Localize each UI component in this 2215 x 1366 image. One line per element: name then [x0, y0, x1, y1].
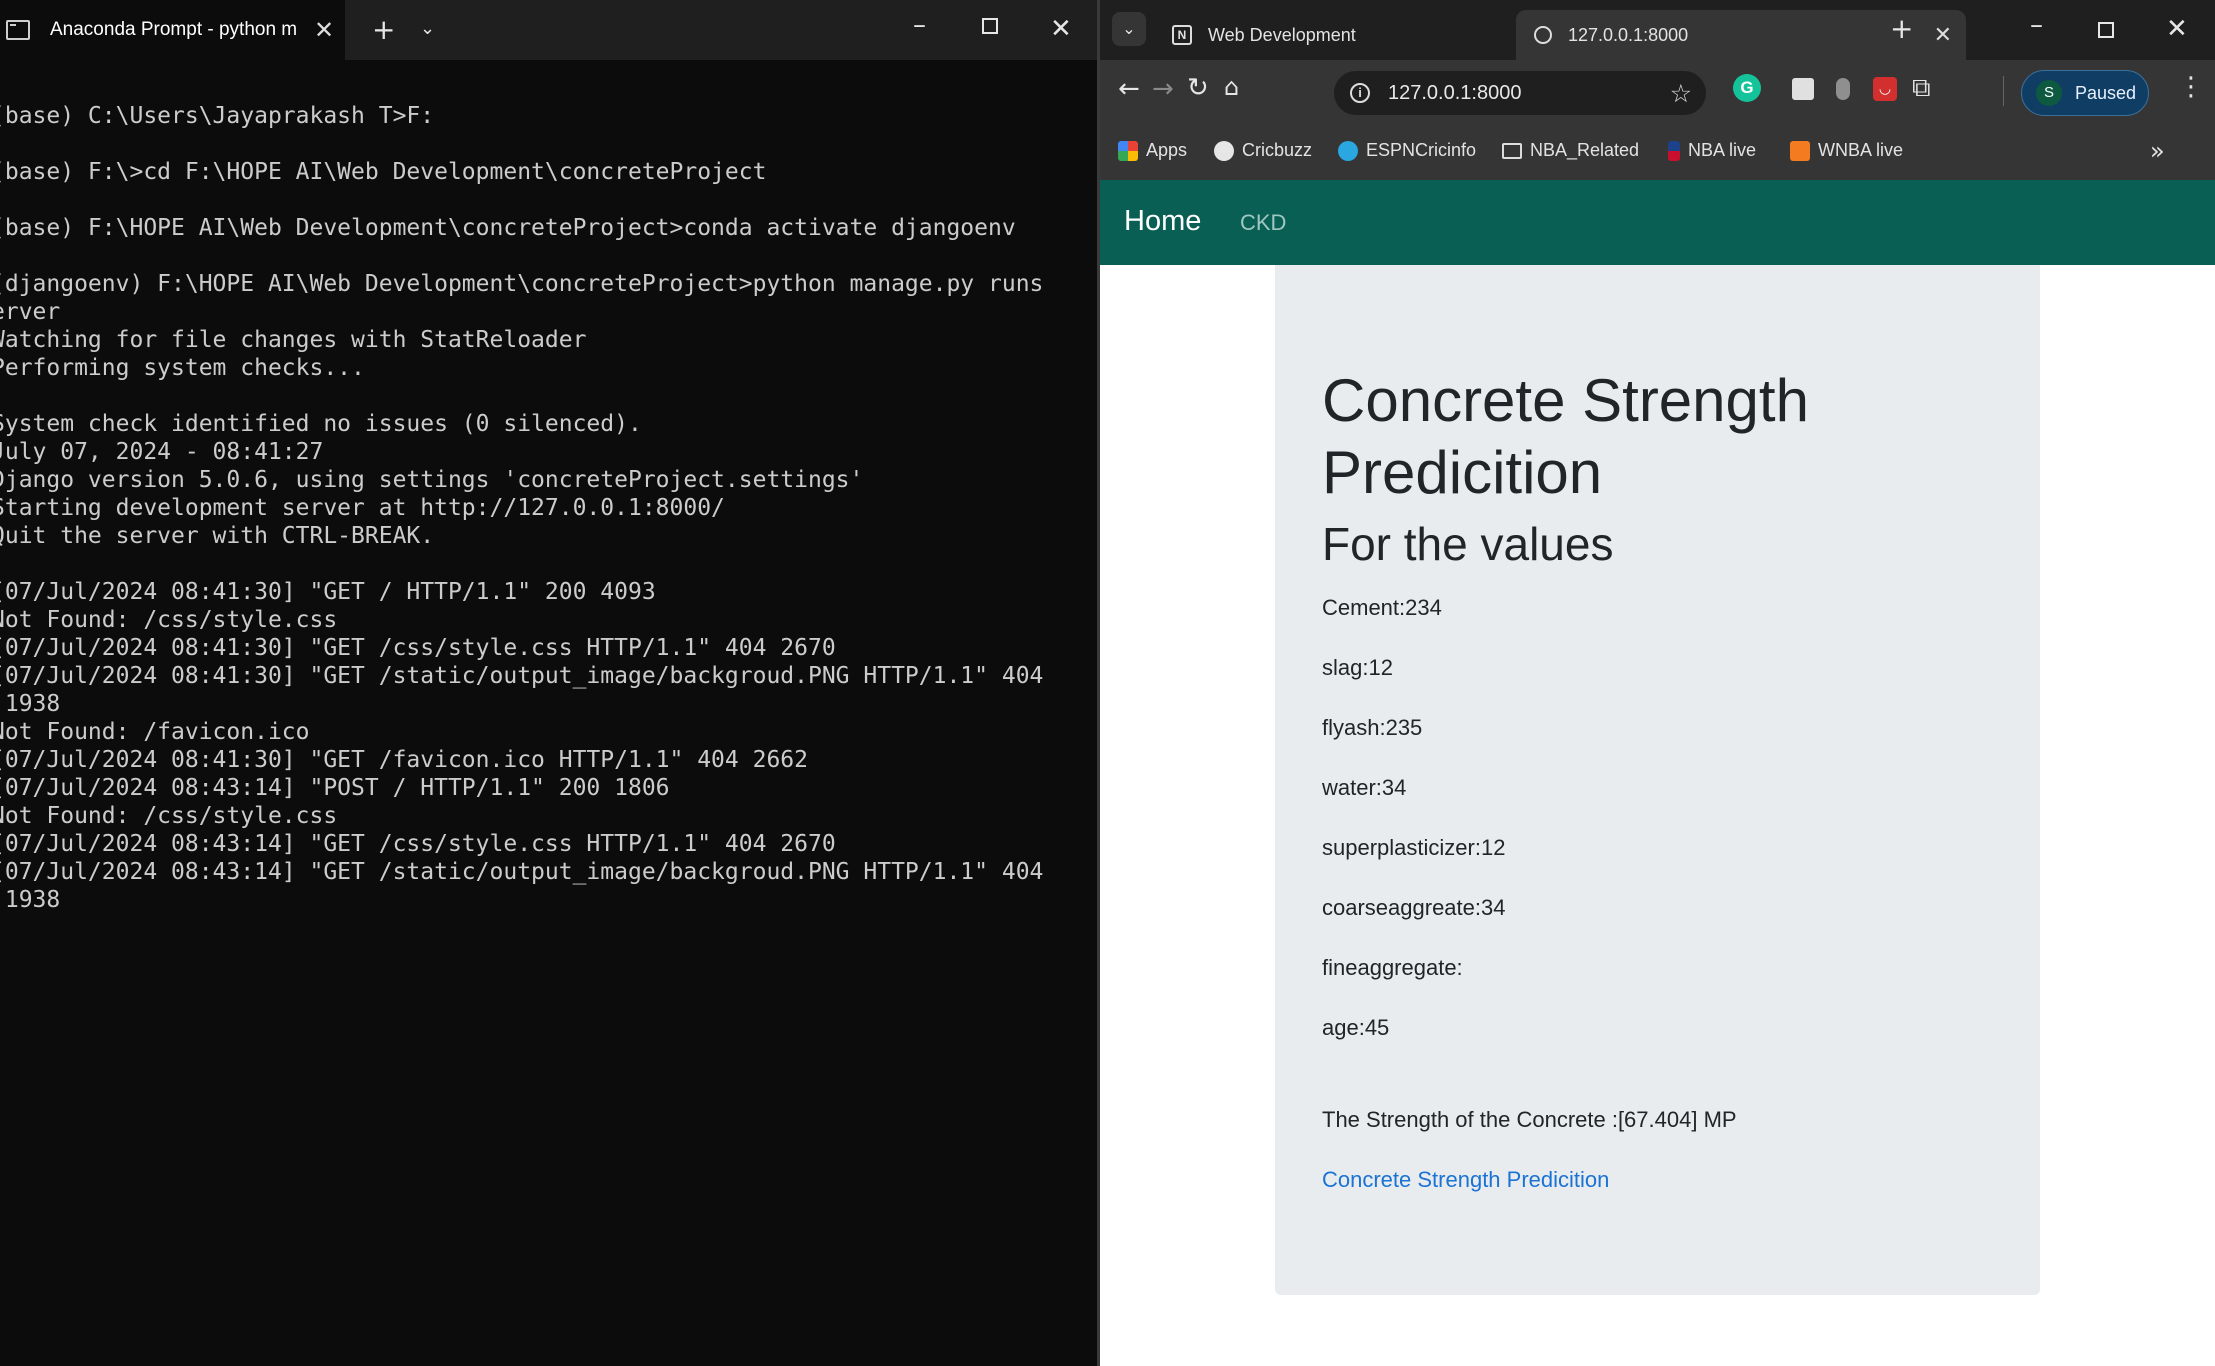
terminal-line: Django version 5.0.6, using settings 'co… — [0, 467, 864, 493]
nba-icon — [1668, 140, 1680, 161]
chevron-down-icon[interactable]: ⌄ — [420, 18, 435, 39]
terminal-titlebar: Anaconda Prompt - python m ✕ + ⌄ – ✕ — [0, 0, 1097, 60]
browser-toolbar: ← → ↻ ⌂ i 127.0.0.1:8000 ☆ G ◡ ⧉ S Pause… — [1100, 60, 2215, 125]
terminal-line: System check identified no issues (0 sil… — [0, 411, 642, 437]
puzzle-extensions-icon[interactable]: ⧉ — [1912, 73, 1931, 104]
home-icon[interactable]: ⌂ — [1224, 73, 1239, 101]
terminal-line: (base) F:\HOPE AI\Web Development\concre… — [0, 215, 1016, 241]
terminal-line: Performing system checks... — [0, 355, 365, 381]
value-superplasticizer: superplasticizer:12 — [1322, 835, 1506, 860]
nav-home-link[interactable]: Home — [1124, 205, 1201, 238]
terminal-line: [07/Jul/2024 08:43:14] "GET /css/style.c… — [0, 831, 836, 857]
pocket-icon[interactable]: ◡ — [1873, 77, 1897, 101]
terminal-output[interactable]: (base) C:\Users\Jayaprakash T>F: (base) F… — [0, 60, 1097, 1366]
site-navbar: Home CKD — [1100, 180, 2215, 265]
close-window-icon[interactable]: ✕ — [1050, 14, 1072, 44]
bookmarks-overflow-icon[interactable]: » — [2150, 137, 2165, 165]
value-cement: Cement:234 — [1322, 595, 1442, 620]
terminal-line: 1938 — [4, 887, 61, 913]
forward-icon[interactable]: → — [1152, 74, 1174, 104]
terminal-window: Anaconda Prompt - python m ✕ + ⌄ – ✕ (ba… — [0, 0, 1097, 1366]
browser-tab-strip: ⌄ N Web Development ✕ 127.0.0.1:8000 ✕ +… — [1100, 0, 2215, 60]
values-heading: For the values — [1322, 518, 1614, 570]
terminal-line: 1938 — [4, 691, 61, 717]
address-bar[interactable]: i 127.0.0.1:8000 ☆ — [1334, 71, 1706, 115]
reload-icon[interactable]: ↻ — [1187, 73, 1209, 103]
terminal-line: [07/Jul/2024 08:43:14] "POST / HTTP/1.1"… — [0, 775, 670, 801]
result-card: Concrete Strength Predicition For the va… — [1275, 265, 2040, 1295]
terminal-line: Quit the server with CTRL-BREAK. — [0, 523, 435, 549]
site-info-icon[interactable]: i — [1350, 83, 1370, 103]
wnba-icon — [1790, 140, 1810, 161]
value-coarseaggregate: coarseaggreate:34 — [1322, 895, 1506, 920]
terminal-line: July 07, 2024 - 08:41:27 — [0, 439, 324, 465]
clipboard-extension-icon[interactable] — [1792, 78, 1814, 100]
terminal-tab[interactable]: Anaconda Prompt - python m ✕ — [0, 0, 345, 60]
tab-title: Web Development — [1208, 24, 1356, 45]
toolbar-separator — [2003, 76, 2004, 106]
nav-ckd-link[interactable]: CKD — [1240, 210, 1286, 236]
bookmark-nba-related[interactable]: NBA_Related — [1502, 140, 1639, 161]
folder-icon — [1502, 142, 1522, 159]
new-tab-icon[interactable]: + — [1890, 12, 1913, 45]
value-age: age:45 — [1322, 1015, 1390, 1040]
terminal-line: Not Found: /favicon.ico — [0, 719, 310, 745]
terminal-icon — [6, 20, 30, 40]
terminal-line: Starting development server at http://12… — [0, 495, 725, 521]
terminal-tab-title: Anaconda Prompt - python m — [50, 19, 298, 40]
extension-icon[interactable] — [1836, 78, 1850, 100]
terminal-line: [07/Jul/2024 08:41:30] "GET /css/style.c… — [0, 635, 836, 661]
bookmark-cricbuzz[interactable]: Cricbuzz — [1214, 140, 1312, 161]
bookmark-wnba-live[interactable]: WNBA live — [1790, 140, 1903, 161]
close-tab-icon[interactable]: ✕ — [1934, 22, 1952, 48]
value-water: water:34 — [1322, 775, 1407, 800]
terminal-line: erver — [0, 299, 61, 325]
bookmark-apps[interactable]: Apps — [1118, 140, 1187, 161]
strength-result: The Strength of the Concrete :[67.404] M… — [1322, 1107, 1737, 1132]
terminal-line: [07/Jul/2024 08:43:14] "GET /static/outp… — [0, 859, 1044, 885]
notion-icon: N — [1172, 25, 1192, 45]
tab-title: 127.0.0.1:8000 — [1568, 24, 1689, 45]
terminal-line: [07/Jul/2024 08:41:30] "GET / HTTP/1.1" … — [0, 579, 656, 605]
grammarly-icon[interactable]: G — [1733, 74, 1761, 102]
espncricinfo-icon — [1338, 140, 1358, 161]
terminal-line: Not Found: /css/style.css — [0, 803, 338, 829]
terminal-line: [07/Jul/2024 08:41:30] "GET /favicon.ico… — [0, 747, 808, 773]
profile-status: Paused — [2075, 82, 2137, 103]
terminal-line: [07/Jul/2024 08:41:30] "GET /static/outp… — [0, 663, 1044, 689]
prediction-link[interactable]: Concrete Strength Predicition — [1322, 1167, 1609, 1193]
bookmark-star-icon[interactable]: ☆ — [1670, 79, 1692, 108]
apps-grid-icon — [1118, 140, 1138, 161]
bookmark-espncricinfo[interactable]: ESPNCricinfo — [1338, 140, 1476, 161]
value-slag: slag:12 — [1322, 655, 1393, 680]
terminal-line: (base) F:\>cd F:\HOPE AI\Web Development… — [0, 159, 767, 185]
close-tab-icon[interactable]: ✕ — [314, 16, 334, 44]
terminal-line: Watching for file changes with StatReloa… — [0, 327, 587, 353]
menu-kebab-icon[interactable]: ⋮ — [2178, 72, 2204, 102]
minimize-icon[interactable]: – — [2030, 10, 2043, 40]
terminal-line: (djangoenv) F:\HOPE AI\Web Development\c… — [0, 271, 1044, 297]
bookmarks-bar: Apps Cricbuzz ESPNCricinfo NBA_Related N… — [1100, 125, 2215, 181]
maximize-icon[interactable] — [982, 18, 998, 34]
avatar: S — [2036, 80, 2062, 106]
bookmark-nba-live[interactable]: NBA live — [1668, 140, 1756, 161]
tab-search-icon[interactable]: ⌄ — [1112, 12, 1146, 46]
back-icon[interactable]: ← — [1118, 74, 1140, 104]
address-url[interactable]: 127.0.0.1:8000 — [1388, 82, 1521, 105]
cricbuzz-icon — [1214, 140, 1234, 161]
globe-icon — [1534, 26, 1552, 44]
minimize-icon[interactable]: – — [913, 10, 926, 40]
page-title: Concrete Strength Predicition — [1322, 367, 1809, 506]
value-fineaggregate: fineaggregate: — [1322, 955, 1463, 980]
maximize-icon[interactable] — [2098, 22, 2114, 38]
browser-window: ⌄ N Web Development ✕ 127.0.0.1:8000 ✕ +… — [1100, 0, 2215, 1366]
new-tab-icon[interactable]: + — [372, 13, 395, 46]
profile-button[interactable]: S Paused — [2021, 70, 2149, 116]
close-window-icon[interactable]: ✕ — [2166, 14, 2188, 44]
value-flyash: flyash:235 — [1322, 715, 1423, 740]
terminal-line: Not Found: /css/style.css — [0, 607, 338, 633]
terminal-line: (base) C:\Users\Jayaprakash T>F: — [0, 103, 435, 129]
